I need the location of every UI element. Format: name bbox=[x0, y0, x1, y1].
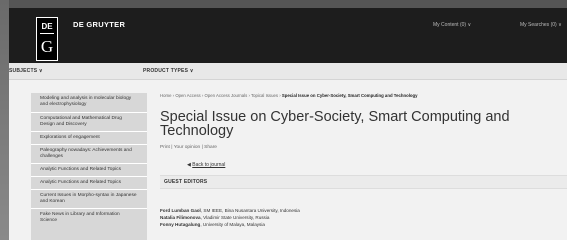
main-content: Home › Open Access › Open Access Journal… bbox=[160, 93, 567, 240]
editor-name: Natalia Filimonova bbox=[160, 215, 201, 220]
breadcrumb-home[interactable]: Home bbox=[160, 93, 171, 98]
sidebar-item[interactable]: Fake News in Library and Information Sci… bbox=[31, 209, 147, 240]
window-left-edge bbox=[0, 0, 9, 240]
breadcrumb: Home › Open Access › Open Access Journal… bbox=[160, 93, 418, 98]
subjects-menu[interactable]: SUBJECTS ∨ bbox=[9, 68, 43, 74]
sidebar-item[interactable]: Analytic Functions and Related Topics bbox=[31, 177, 147, 190]
sidebar-item-label: Paleography nowadays: Achievements and c… bbox=[40, 148, 132, 159]
editor-entry: Natalia Filimonova, Vladimir State Unive… bbox=[160, 215, 269, 220]
topical-issues-sidebar: Modeling and analysis in molecular biolo… bbox=[31, 93, 147, 240]
actions-separator: | bbox=[171, 145, 173, 150]
sidebar-item-label: Analytic Functions and Related Topics bbox=[40, 167, 121, 172]
page-title: Special Issue on Cyber-Society, Smart Co… bbox=[160, 109, 510, 139]
page-actions: Print | Your opinion | Share bbox=[160, 145, 217, 150]
back-to-journal[interactable]: ◀ Back to journal bbox=[187, 162, 225, 168]
breadcrumb-separator: › bbox=[172, 93, 175, 98]
breadcrumb-current: Special Issue on Cyber-Society, Smart Co… bbox=[281, 93, 418, 98]
breadcrumb-topical-issues[interactable]: Topical Issues bbox=[251, 93, 278, 98]
sidebar-item-label: Fake News in Library and Information Sci… bbox=[40, 212, 120, 223]
sidebar-item-label: Explorations of engagement bbox=[40, 135, 100, 140]
sidebar-item[interactable]: Paleography nowadays: Achievements and c… bbox=[31, 145, 147, 164]
sidebar-item[interactable]: Current Issues in Morpho-syntax in Japan… bbox=[31, 190, 147, 209]
logo-divider bbox=[40, 33, 54, 34]
site-header: DE G DE GRUYTER My Content (0) ∨ My Sear… bbox=[9, 8, 567, 63]
editor-affiliation: , University of Malaya, Malaysia bbox=[200, 222, 265, 227]
main-nav: SUBJECTS ∨ PRODUCT TYPES ∨ bbox=[9, 63, 567, 80]
sidebar-item[interactable]: Explorations of engagement bbox=[31, 132, 147, 145]
sidebar-item[interactable]: Computational and Mathematical Drug Desi… bbox=[31, 113, 147, 132]
sidebar-item[interactable]: Modeling and analysis in molecular biolo… bbox=[31, 93, 147, 113]
editor-affiliation: , Vladimir State University, Russia bbox=[200, 215, 270, 220]
window-top-edge bbox=[0, 0, 567, 8]
breadcrumb-journals[interactable]: Open Access Journals bbox=[204, 93, 247, 98]
brand-name[interactable]: DE GRUYTER bbox=[73, 20, 125, 29]
logo-de-text: DE bbox=[41, 22, 53, 31]
back-to-journal-link[interactable]: Back to journal bbox=[192, 162, 225, 168]
sidebar-item[interactable]: Analytic Functions and Related Topics bbox=[31, 164, 147, 177]
your-opinion-link[interactable]: Your opinion bbox=[174, 145, 201, 150]
sidebar-item-label: Computational and Mathematical Drug Desi… bbox=[40, 116, 122, 127]
breadcrumb-separator: › bbox=[248, 93, 250, 98]
print-link[interactable]: Print bbox=[160, 145, 170, 150]
editor-entry: Ford Lumban Gaol, SM IEEE, Bina Nusantar… bbox=[160, 208, 300, 213]
sidebar-item-label: Analytic Functions and Related Topics bbox=[40, 180, 121, 185]
share-link[interactable]: Share bbox=[204, 145, 217, 150]
editor-affiliation: , SM IEEE, Bina Nusantara University, In… bbox=[200, 208, 300, 213]
breadcrumb-open-access[interactable]: Open Access bbox=[175, 93, 200, 98]
breadcrumb-separator: › bbox=[279, 93, 281, 98]
my-searches-link[interactable]: My Searches (0) ∨ bbox=[520, 22, 562, 28]
guest-editors-header: GUEST EDITORS bbox=[160, 175, 567, 189]
actions-separator: | bbox=[201, 145, 203, 150]
logo-g-text: G bbox=[40, 37, 54, 56]
my-content-link[interactable]: My Content (0) ∨ bbox=[433, 22, 471, 28]
de-gruyter-logo[interactable]: DE G bbox=[36, 17, 58, 61]
product-types-menu[interactable]: PRODUCT TYPES ∨ bbox=[143, 68, 194, 74]
sidebar-item-label: Modeling and analysis in molecular biolo… bbox=[40, 96, 132, 107]
section-title: GUEST EDITORS bbox=[164, 179, 208, 185]
sidebar-item-label: Current Issues in Morpho-syntax in Japan… bbox=[40, 193, 137, 204]
editor-name: Fonny Hutagalung bbox=[160, 222, 201, 227]
back-arrow-icon: ◀ bbox=[187, 162, 191, 168]
editor-entry: Fonny Hutagalung, University of Malaya, … bbox=[160, 222, 265, 227]
editor-name: Ford Lumban Gaol bbox=[160, 208, 201, 213]
